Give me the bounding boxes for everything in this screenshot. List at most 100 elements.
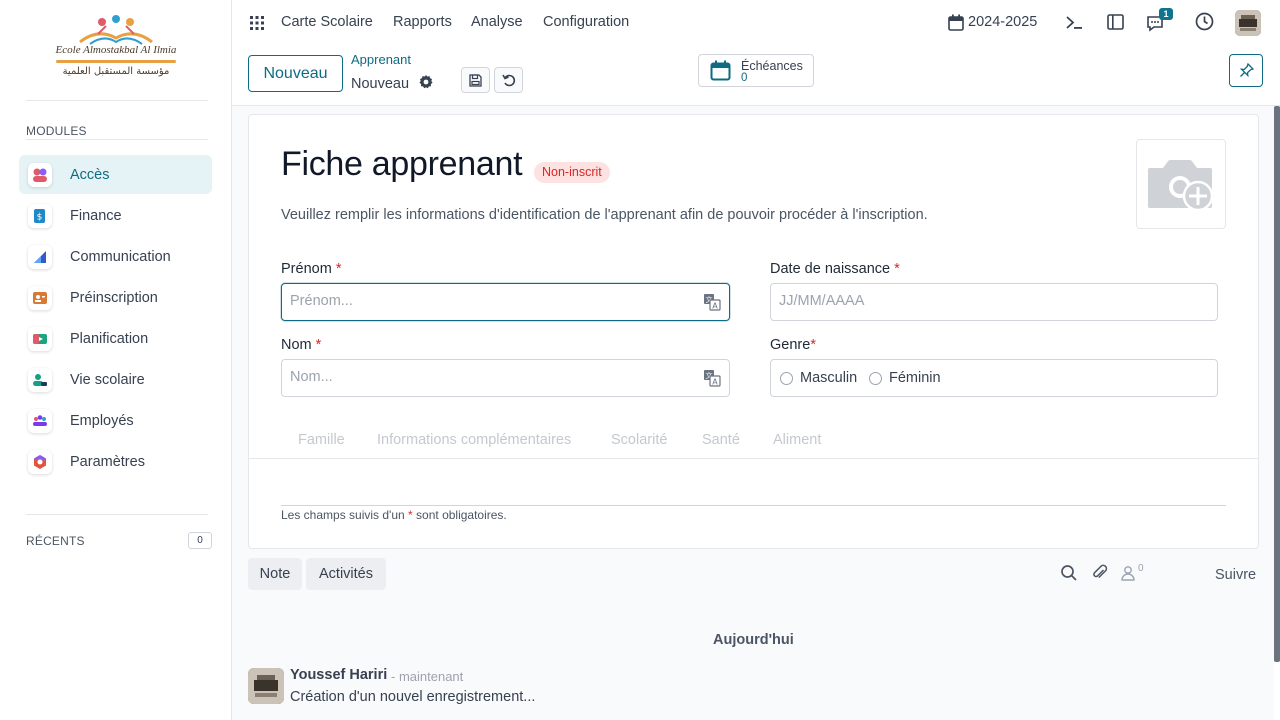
menu-analyse[interactable]: Analyse bbox=[471, 14, 523, 30]
genre-label: Genre* bbox=[770, 337, 816, 353]
follow-button[interactable]: Suivre bbox=[1215, 567, 1256, 583]
menu-rapports[interactable]: Rapports bbox=[393, 14, 452, 30]
panel-toggle-icon[interactable] bbox=[1107, 14, 1124, 30]
acces-icon bbox=[28, 163, 52, 187]
nom-field[interactable]: 文A bbox=[281, 359, 730, 397]
main-scrollbar[interactable] bbox=[1274, 106, 1280, 662]
user-avatar-icon bbox=[1235, 10, 1261, 36]
followers-icon[interactable] bbox=[1120, 564, 1138, 582]
sidebar-item-label: Préinscription bbox=[70, 289, 158, 306]
gear-icon[interactable] bbox=[418, 74, 434, 90]
tab-informations-complementaires[interactable]: Informations complémentaires bbox=[377, 432, 571, 448]
modules-heading: MODULES bbox=[26, 124, 87, 138]
sidebar-item-label: Planification bbox=[70, 330, 149, 347]
tab-famille[interactable]: Famille bbox=[298, 432, 345, 448]
svg-text:$: $ bbox=[37, 213, 43, 223]
prenom-field[interactable]: 文A bbox=[281, 283, 730, 321]
footnote-divider bbox=[281, 505, 1226, 506]
sidebar-item-communication[interactable]: Communication bbox=[19, 237, 212, 276]
menu-carte-scolaire[interactable]: Carte Scolaire bbox=[281, 14, 373, 30]
discard-button[interactable] bbox=[494, 67, 523, 93]
breadcrumb-parent[interactable]: Apprenant bbox=[351, 52, 411, 67]
tab-scolarite[interactable]: Scolarité bbox=[611, 432, 667, 448]
status-badge: Non-inscrit bbox=[534, 162, 610, 183]
add-photo-icon bbox=[1148, 160, 1214, 212]
sidebar-item-finance[interactable]: $ Finance bbox=[19, 196, 212, 235]
genre-label-text: Genre bbox=[770, 337, 811, 353]
sidebar-item-acces[interactable]: Accès bbox=[19, 155, 212, 194]
activities-button[interactable]: Activités bbox=[306, 558, 386, 590]
new-record-button[interactable]: Nouveau bbox=[248, 55, 343, 92]
pin-icon bbox=[1239, 63, 1254, 78]
sidebar-item-employes[interactable]: Employés bbox=[19, 401, 212, 440]
echeances-button[interactable]: Échéances 0 bbox=[698, 54, 814, 87]
terminal-icon[interactable] bbox=[1065, 14, 1083, 31]
footnote-text: Les champs suivis d'un bbox=[281, 508, 405, 522]
echeances-count: 0 bbox=[741, 72, 748, 84]
school-year-selector[interactable]: 2024-2025 bbox=[948, 10, 1037, 34]
messages-button[interactable]: 1 bbox=[1146, 8, 1174, 34]
search-icon[interactable] bbox=[1060, 564, 1078, 582]
nom-input[interactable] bbox=[290, 369, 690, 385]
vie-scolaire-icon bbox=[28, 368, 52, 392]
message-author-avatar[interactable] bbox=[248, 668, 284, 704]
paperclip-icon[interactable] bbox=[1091, 564, 1109, 582]
genre-field: Masculin Féminin bbox=[770, 359, 1218, 397]
message-body: Création d'un nouvel enregistrement... bbox=[290, 689, 536, 705]
sidebar-item-label: Finance bbox=[70, 207, 122, 224]
logo-bar bbox=[56, 60, 176, 63]
school-logo[interactable]: Ecole Almostakbal Al Ilmia مؤسسة المستقب… bbox=[50, 14, 182, 86]
logo-title: Ecole Almostakbal Al Ilmia bbox=[55, 44, 177, 56]
control-panel: Nouveau Apprenant Nouveau Échéances 0 bbox=[232, 46, 1280, 106]
top-navbar: Carte Scolaire Rapports Analyse Configur… bbox=[232, 0, 1280, 46]
radio-masculin-label[interactable]: Masculin bbox=[800, 370, 857, 386]
pin-button[interactable] bbox=[1229, 54, 1263, 87]
menu-configuration[interactable]: Configuration bbox=[543, 14, 629, 30]
communication-icon bbox=[28, 245, 52, 269]
dob-input[interactable] bbox=[779, 293, 1179, 309]
author-avatar-icon bbox=[248, 668, 284, 704]
translate-icon[interactable]: 文A bbox=[703, 369, 721, 387]
calendar-icon bbox=[710, 60, 731, 81]
employes-icon bbox=[28, 409, 52, 433]
followers-count: 0 bbox=[1138, 563, 1144, 574]
apps-grid-icon[interactable] bbox=[250, 16, 264, 30]
note-button[interactable]: Note bbox=[248, 558, 302, 590]
echeances-label: Échéances bbox=[741, 59, 803, 73]
radio-feminin-label[interactable]: Féminin bbox=[889, 370, 941, 386]
sidebar-item-planification[interactable]: Planification bbox=[19, 319, 212, 358]
translate-icon[interactable]: 文A bbox=[703, 293, 721, 311]
tab-sante[interactable]: Santé bbox=[702, 432, 740, 448]
sidebar: Ecole Almostakbal Al Ilmia مؤسسة المستقب… bbox=[0, 0, 232, 720]
date-separator: Aujourd'hui bbox=[713, 632, 794, 648]
sidebar-item-preinscription[interactable]: Préinscription bbox=[19, 278, 212, 317]
sidebar-item-label: Employés bbox=[70, 412, 134, 429]
sidebar-item-vie-scolaire[interactable]: Vie scolaire bbox=[19, 360, 212, 399]
save-button[interactable] bbox=[461, 67, 490, 93]
tab-aliment[interactable]: Aliment bbox=[773, 432, 821, 448]
prenom-input[interactable] bbox=[290, 293, 690, 309]
required-mark: * bbox=[315, 337, 322, 353]
svg-text:A: A bbox=[712, 302, 718, 311]
sidebar-item-label: Communication bbox=[70, 248, 171, 265]
sidebar-divider bbox=[26, 139, 208, 140]
breadcrumb-current: Nouveau bbox=[351, 76, 410, 92]
sidebar-divider bbox=[26, 514, 208, 515]
required-footnote: Les champs suivis d'un * sont obligatoir… bbox=[281, 508, 507, 522]
planification-icon bbox=[28, 327, 52, 351]
message-author[interactable]: Youssef Hariri bbox=[290, 667, 387, 683]
user-avatar[interactable] bbox=[1235, 10, 1261, 36]
dob-field[interactable] bbox=[770, 283, 1218, 321]
clock-icon[interactable] bbox=[1195, 12, 1214, 31]
finance-icon: $ bbox=[28, 204, 52, 228]
nom-label-text: Nom bbox=[281, 337, 312, 353]
radio-feminin[interactable] bbox=[869, 372, 882, 385]
sidebar-item-parametres[interactable]: Paramètres bbox=[19, 442, 212, 481]
undo-icon bbox=[501, 74, 515, 87]
calendar-icon bbox=[948, 14, 964, 31]
sidebar-item-label: Paramètres bbox=[70, 453, 145, 470]
logo-arabic: مؤسسة المستقبل العلمية bbox=[62, 66, 170, 77]
page-title: Fiche apprenant bbox=[281, 145, 523, 183]
radio-masculin[interactable] bbox=[780, 372, 793, 385]
photo-upload[interactable] bbox=[1136, 139, 1226, 229]
